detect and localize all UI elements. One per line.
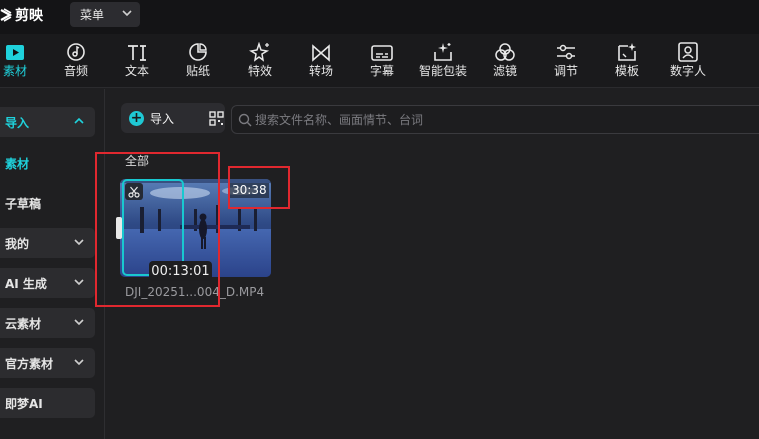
toolbar: 素材 音频 文本 贴纸 特效 转场 字幕 智能包装 滤镜 调节 模板 数字人 <box>0 34 759 88</box>
sidebar-item-ai-generate[interactable]: AI 生成 <box>0 268 95 298</box>
chevron-down-icon <box>122 10 132 17</box>
sidebar-item-label: 子草稿 <box>5 196 42 211</box>
annotation-box-clip <box>95 152 220 307</box>
filter-circles-icon <box>494 34 516 64</box>
tool-label: 字幕 <box>369 64 394 78</box>
tool-label: 音频 <box>63 64 88 78</box>
tool-label: 数字人 <box>669 64 706 78</box>
import-button[interactable]: + 导入 <box>129 110 174 127</box>
digital-human-icon <box>677 34 699 64</box>
sidebar-item-official-media[interactable]: 官方素材 <box>0 348 95 378</box>
tool-media[interactable]: 素材 <box>0 34 44 88</box>
annotation-box-duration <box>228 166 290 209</box>
transition-bowtie-icon <box>311 34 331 64</box>
sidebar-item-label: 云素材 <box>5 316 42 331</box>
caption-icon <box>371 34 393 64</box>
search-icon <box>238 113 252 126</box>
import-label: 导入 <box>150 112 175 126</box>
tool-transition[interactable]: 转场 <box>292 34 350 88</box>
sidebar-item-media[interactable]: 素材 <box>0 148 95 178</box>
tool-label: 贴纸 <box>185 64 210 78</box>
template-icon <box>616 34 638 64</box>
smart-package-icon <box>432 34 454 64</box>
chevron-down-icon <box>74 239 84 246</box>
tool-label: 素材 <box>2 64 27 78</box>
tool-smart-package[interactable]: 智能包装 <box>414 34 472 88</box>
sidebar-item-jimeng-ai[interactable]: 即梦AI <box>0 388 95 418</box>
search-placeholder: 搜索文件名称、画面情节、台词 <box>255 113 424 127</box>
chevron-up-icon <box>74 117 84 124</box>
music-note-icon <box>66 34 86 64</box>
sidebar-item-label: 即梦AI <box>5 396 43 411</box>
tool-label: 滤镜 <box>492 64 517 78</box>
tool-sticker[interactable]: 贴纸 <box>169 34 227 88</box>
tool-label: 调节 <box>553 64 578 78</box>
sidebar-item-import[interactable]: 导入 <box>0 107 95 137</box>
menu-button[interactable]: 菜单 <box>70 2 140 27</box>
app-name: 剪映 <box>15 8 43 24</box>
title-bar: 剪映 菜单 <box>0 0 759 34</box>
app-logo: 剪映 <box>0 4 43 26</box>
qr-code-icon[interactable] <box>209 111 224 126</box>
tool-filter[interactable]: 滤镜 <box>476 34 534 88</box>
sidebar-item-label: AI 生成 <box>5 276 47 291</box>
tool-audio[interactable]: 音频 <box>47 34 105 88</box>
sidebar-item-label: 官方素材 <box>5 356 54 371</box>
sidebar-item-label: 导入 <box>5 115 30 130</box>
menu-label: 菜单 <box>80 8 105 22</box>
sticker-icon <box>188 34 208 64</box>
tool-label: 文本 <box>124 64 149 78</box>
media-play-icon <box>4 34 26 64</box>
sidebar-item-sub-draft[interactable]: 子草稿 <box>0 188 95 218</box>
tool-caption[interactable]: 字幕 <box>353 34 411 88</box>
sidebar-item-mine[interactable]: 我的 <box>0 228 95 258</box>
tool-label: 特效 <box>247 64 272 78</box>
sidebar-item-cloud-media[interactable]: 云素材 <box>0 308 95 338</box>
sidebar-item-label: 我的 <box>5 236 30 251</box>
tool-label: 转场 <box>308 64 333 78</box>
chevron-down-icon <box>74 319 84 326</box>
tool-label: 模板 <box>614 64 639 78</box>
sparkle-star-icon <box>249 34 271 64</box>
adjust-sliders-icon <box>555 34 577 64</box>
text-ti-icon <box>126 34 148 64</box>
tool-adjust[interactable]: 调节 <box>537 34 595 88</box>
tool-digital-human[interactable]: 数字人 <box>659 34 717 88</box>
capcut-logo-icon <box>0 8 12 22</box>
sidebar: 导入 素材 子草稿 我的 AI 生成 云素材 官方素材 即梦AI <box>0 89 105 439</box>
import-button-group: + 导入 <box>121 103 225 133</box>
chevron-down-icon <box>74 359 84 366</box>
tool-text[interactable]: 文本 <box>108 34 166 88</box>
sidebar-item-label: 素材 <box>5 156 30 171</box>
chevron-down-icon <box>74 279 84 286</box>
tool-label: 智能包装 <box>418 64 467 78</box>
plus-icon: + <box>129 110 144 126</box>
tool-effects[interactable]: 特效 <box>231 34 289 88</box>
search-input[interactable]: 搜索文件名称、画面情节、台词 <box>231 105 759 134</box>
tool-template[interactable]: 模板 <box>598 34 656 88</box>
